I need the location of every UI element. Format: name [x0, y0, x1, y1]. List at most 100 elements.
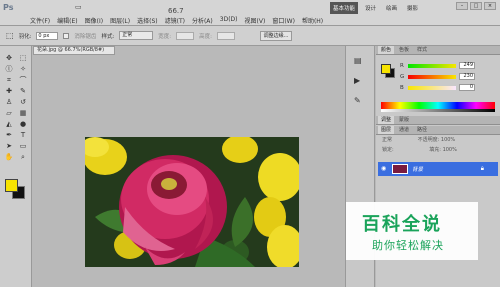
foreground-color-swatch[interactable] — [5, 179, 18, 192]
path-select-icon[interactable]: ➤ — [3, 142, 15, 151]
green-value[interactable]: 230 — [459, 73, 475, 80]
type-icon[interactable]: T — [17, 131, 29, 140]
gradient-icon[interactable]: ▦ — [17, 109, 29, 118]
brush-icon[interactable]: ✎ — [17, 87, 29, 96]
green-slider[interactable] — [408, 74, 456, 79]
blue-value[interactable]: 0 — [459, 84, 475, 91]
app-logo: Ps — [3, 3, 14, 12]
color-panel-tabs: 颜色 色板 样式 — [376, 46, 500, 55]
opacity-input[interactable]: 100% — [441, 137, 455, 143]
history-brush-icon[interactable]: ↺ — [17, 98, 29, 107]
tab-adjustments[interactable]: 调整 — [378, 116, 395, 124]
menu-3d[interactable]: 3D(D) — [220, 16, 238, 25]
eye-icon[interactable]: ◉ — [381, 165, 386, 172]
blue-slider-row: B 0 — [400, 84, 475, 91]
eyedropper-icon[interactable]: ⌒ — [17, 76, 29, 85]
feather-input[interactable]: 0 px — [36, 31, 59, 40]
menu-view[interactable]: 视图(V) — [245, 16, 266, 25]
window-controls: – □ × — [456, 2, 496, 10]
history-panel-icon[interactable]: ▤ — [354, 56, 362, 65]
workspace-photography[interactable]: 摄影 — [404, 2, 421, 14]
width-label: 宽度: — [158, 33, 172, 40]
workspace-essentials[interactable]: 基本功能 — [330, 2, 359, 14]
minimize-icon[interactable]: – — [456, 2, 468, 10]
pen-icon[interactable]: ✒ — [3, 131, 15, 140]
watermark-subtitle: 助你轻松解决 — [372, 239, 444, 252]
opacity-label: 不透明度: — [417, 137, 440, 143]
menu-window[interactable]: 窗口(W) — [272, 16, 295, 25]
zoom-icon[interactable]: ⌕ — [17, 153, 29, 162]
color-panel-foreground-swatch[interactable] — [381, 64, 391, 74]
dodge-icon[interactable]: ● — [17, 120, 29, 129]
clone-stamp-icon[interactable]: ♙ — [3, 98, 15, 107]
crop-icon[interactable]: ⌗ — [3, 76, 15, 85]
menu-analysis[interactable]: 分析(A) — [192, 16, 213, 25]
green-slider-row: G 230 — [400, 73, 475, 80]
lock-label: 锁定: — [382, 147, 394, 153]
menu-file[interactable]: 文件(F) — [30, 16, 50, 25]
blue-channel-label: B — [400, 84, 404, 91]
red-value[interactable]: 249 — [459, 62, 475, 69]
menu-filter[interactable]: 滤镜(T) — [165, 16, 185, 25]
tab-masks[interactable]: 蒙版 — [396, 116, 412, 124]
layers-panel-tabs: 图层 通道 路径 — [376, 126, 500, 135]
watermark-title: 百科全说 — [362, 214, 442, 235]
tab-paths[interactable]: 路径 — [414, 126, 430, 134]
style-label: 样式: — [101, 33, 115, 40]
magic-wand-icon[interactable]: ✧ — [17, 65, 29, 74]
blur-icon[interactable]: ◭ — [3, 120, 15, 129]
blend-opacity-row: 正常 不透明度: 100% — [378, 137, 498, 145]
style-select[interactable]: 正常 — [119, 31, 154, 40]
blend-mode-select[interactable]: 正常 — [382, 137, 392, 143]
fill-input[interactable]: 100% — [443, 147, 457, 153]
workspace-painting[interactable]: 绘画 — [383, 2, 400, 14]
red-slider-row: R 249 — [400, 62, 475, 69]
grayscale-ramp[interactable] — [381, 109, 495, 112]
watermark: 百科全说 助你轻松解决 — [346, 202, 478, 260]
tab-layers[interactable]: 图层 — [378, 126, 395, 134]
hand-icon[interactable]: ✋ — [3, 153, 15, 162]
close-icon[interactable]: × — [484, 2, 496, 10]
marquee-icon[interactable]: ⬚ — [17, 54, 29, 63]
tab-channels[interactable]: 通道 — [396, 126, 412, 134]
layer-name[interactable]: 背景 — [412, 165, 423, 173]
maximize-icon[interactable]: □ — [470, 2, 482, 10]
lock-fill-row: 锁定: 填充: 100% — [378, 147, 498, 155]
brush-panel-icon[interactable]: ✎ — [354, 96, 361, 105]
shape-icon[interactable]: ▭ — [17, 142, 29, 151]
main-menu: 文件(F) 编辑(E) 图像(I) 图层(L) 选择(S) 滤镜(T) 分析(A… — [30, 16, 323, 25]
flower-photo — [85, 137, 299, 267]
bridge-icon[interactable]: ▭ — [75, 3, 82, 11]
fill-label: 填充: — [429, 147, 441, 153]
lasso-icon[interactable]: ⓛ — [3, 65, 15, 74]
document-tab[interactable]: 花朵.jpg @ 66.7%(RGB/8#) — [33, 46, 115, 55]
lock-icon: 🔒︎ — [480, 165, 484, 172]
healing-brush-icon[interactable]: ✚ — [3, 87, 15, 96]
zoom-level-label[interactable]: 66.7 — [168, 7, 184, 15]
menu-layer[interactable]: 图层(L) — [110, 16, 130, 25]
eraser-icon[interactable]: ▱ — [3, 109, 15, 118]
tab-color[interactable]: 颜色 — [378, 46, 395, 54]
height-input[interactable] — [217, 31, 236, 40]
refine-edge-button[interactable]: 调整边缘... — [260, 30, 293, 41]
tab-swatches[interactable]: 色板 — [396, 46, 412, 54]
feather-label: 羽化: — [18, 33, 32, 40]
layer-row-background[interactable]: ◉ 背景 🔒︎ — [378, 162, 498, 176]
marquee-tool-icon[interactable]: ⬚ — [6, 31, 14, 40]
workspace-switcher: 基本功能 设计 绘画 摄影 — [330, 2, 421, 14]
app-bar-icons: ▭ 66.7 — [75, 3, 184, 15]
antialias-checkbox[interactable] — [63, 32, 70, 39]
color-spectrum[interactable] — [381, 102, 495, 109]
workspace-design[interactable]: 设计 — [362, 2, 379, 14]
tab-styles[interactable]: 样式 — [414, 46, 430, 54]
blue-slider[interactable] — [408, 85, 456, 90]
width-input[interactable] — [176, 31, 195, 40]
menu-help[interactable]: 帮助(H) — [302, 16, 323, 25]
menu-select[interactable]: 选择(S) — [137, 16, 158, 25]
menu-image[interactable]: 图像(I) — [85, 16, 103, 25]
menu-edit[interactable]: 编辑(E) — [57, 16, 77, 25]
move-tool-icon[interactable]: ✥ — [3, 54, 15, 63]
red-slider[interactable] — [408, 63, 456, 68]
tools-panel: ✥ ⬚ ⓛ ✧ ⌗ ⌒ ✚ ✎ ♙ ↺ ▱ ▦ ◭ ● ✒ T ➤ ▭ ✋ ⌕ — [0, 46, 32, 287]
actions-panel-icon[interactable]: ▶ — [354, 76, 360, 85]
